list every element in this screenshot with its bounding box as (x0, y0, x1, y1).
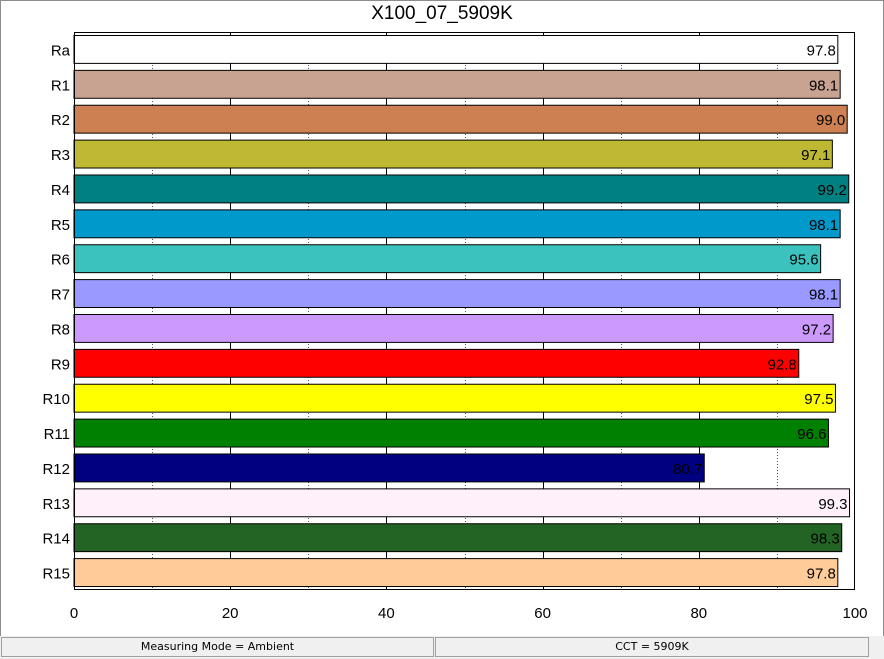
bar-r13 (73, 488, 851, 518)
bar-r7 (73, 279, 841, 309)
category-label-r12: R12 (42, 461, 70, 478)
value-label-ra: 97.8 (807, 42, 836, 59)
value-label-r3: 97.1 (801, 147, 830, 164)
bar-r6 (73, 244, 822, 274)
category-label-r3: R3 (51, 147, 70, 164)
value-label-r7: 98.1 (809, 287, 838, 304)
category-label-r10: R10 (42, 391, 70, 408)
bar-r10 (73, 383, 836, 413)
category-label-ra: Ra (51, 42, 71, 59)
category-label-r2: R2 (51, 112, 70, 129)
value-label-r9: 92.8 (768, 356, 797, 373)
measuring-mode-status: Measuring Mode = Ambient (1, 637, 434, 657)
x-tick-label-0: 0 (70, 605, 78, 622)
value-label-r14: 98.3 (811, 531, 840, 548)
bar-r4 (73, 174, 850, 204)
value-label-r12: 80.7 (673, 461, 702, 478)
category-label-r15: R15 (42, 566, 70, 583)
bar-r1 (73, 69, 841, 99)
value-label-r1: 98.1 (809, 77, 838, 94)
bar-ra (73, 34, 839, 64)
value-label-r13: 99.3 (818, 496, 847, 513)
bar-r11 (73, 418, 829, 448)
value-label-r8: 97.2 (802, 321, 831, 338)
x-tick-label-60: 60 (534, 605, 551, 622)
category-label-r7: R7 (51, 287, 70, 304)
bar-r15 (73, 558, 839, 588)
value-label-r5: 98.1 (809, 217, 838, 234)
bar-r5 (73, 209, 841, 239)
x-tick-label-40: 40 (378, 605, 395, 622)
bar-r2 (73, 104, 848, 134)
category-label-r8: R8 (51, 321, 70, 338)
cct-status: CCT = 5909K (435, 637, 869, 657)
bar-r14 (73, 523, 843, 553)
category-label-r1: R1 (51, 77, 70, 94)
x-tick-label-100: 100 (842, 605, 867, 622)
bar-r9 (73, 348, 800, 378)
value-label-r2: 99.0 (816, 112, 845, 129)
category-label-r11: R11 (44, 426, 70, 443)
x-tick-label-20: 20 (222, 605, 239, 622)
category-label-r4: R4 (51, 182, 70, 199)
bar-r8 (73, 313, 834, 343)
category-label-r14: R14 (42, 531, 70, 548)
status-bar: Measuring Mode = Ambient CCT = 5909K (0, 636, 884, 659)
category-label-r6: R6 (51, 252, 70, 269)
category-label-r13: R13 (42, 496, 70, 513)
bar-r12 (73, 453, 705, 483)
value-label-r6: 95.6 (789, 252, 818, 269)
category-label-r9: R9 (51, 356, 70, 373)
x-tick-label-80: 80 (690, 605, 707, 622)
value-label-r10: 97.5 (804, 391, 833, 408)
value-label-r11: 96.6 (797, 426, 826, 443)
value-label-r4: 99.2 (818, 182, 847, 199)
bar-r3 (73, 139, 833, 169)
bar-chart: 97.8 Ra 98.1 R1 99.0 R2 97.1 R3 99.2 R4 98.1 R5 95.6… (42, 32, 868, 622)
value-label-r15: 97.8 (807, 566, 836, 583)
category-label-r5: R5 (51, 217, 70, 234)
